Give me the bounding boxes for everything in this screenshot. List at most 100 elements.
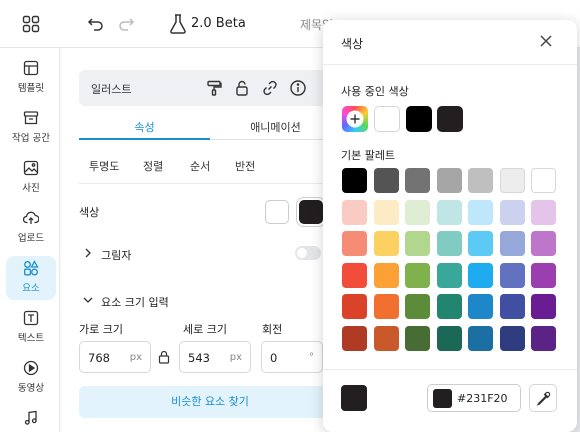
nav-item-template[interactable]: 템플릿 bbox=[6, 56, 56, 100]
beta-flask-icon bbox=[170, 14, 186, 34]
palette-swatch[interactable] bbox=[405, 325, 430, 351]
palette-swatch[interactable] bbox=[436, 168, 462, 193]
palette-swatch[interactable] bbox=[436, 199, 462, 225]
size-input-row[interactable]: 요소 크기 입력 bbox=[79, 291, 341, 311]
height-label: 세로 크기 bbox=[183, 323, 227, 336]
photo-icon bbox=[23, 160, 39, 176]
palette-swatch[interactable] bbox=[531, 325, 556, 351]
used-color-swatch[interactable] bbox=[374, 106, 400, 132]
color-swatch-dark[interactable] bbox=[299, 200, 323, 224]
aspect-lock-icon[interactable] bbox=[158, 350, 170, 364]
palette-swatch[interactable] bbox=[499, 262, 525, 288]
palette-swatch[interactable] bbox=[373, 325, 399, 351]
hex-value: #231F20 bbox=[457, 392, 508, 405]
palette-swatch[interactable] bbox=[531, 231, 556, 256]
subtab-opacity[interactable]: 투명도 bbox=[89, 158, 119, 174]
rotation-field[interactable]: 0 ° bbox=[261, 341, 323, 373]
link-icon[interactable] bbox=[261, 79, 279, 97]
palette-swatch[interactable] bbox=[499, 199, 525, 225]
nav-item-photo[interactable]: 사진 bbox=[6, 156, 56, 200]
shadow-label: 그림자 bbox=[101, 249, 132, 262]
palette-swatch[interactable] bbox=[373, 294, 399, 319]
lock-icon[interactable] bbox=[233, 79, 251, 97]
palette-swatch[interactable] bbox=[531, 294, 556, 319]
palette-swatch[interactable] bbox=[342, 325, 367, 351]
palette-swatch[interactable] bbox=[468, 231, 493, 256]
used-color-swatch[interactable] bbox=[406, 106, 432, 132]
undo-icon[interactable] bbox=[86, 14, 106, 34]
palette-swatch[interactable] bbox=[405, 199, 430, 225]
tab-animation[interactable]: 애니메이션 bbox=[210, 119, 341, 135]
divider bbox=[323, 64, 577, 65]
nav-item-text[interactable]: 텍스트 bbox=[6, 306, 56, 350]
palette-title: 기본 팔레트 bbox=[341, 149, 396, 162]
chevron-down-icon bbox=[83, 297, 93, 303]
redo-icon[interactable] bbox=[116, 14, 136, 34]
nav-item-video[interactable]: 동영상 bbox=[6, 356, 56, 400]
palette-swatch[interactable] bbox=[373, 199, 399, 225]
height-unit: px bbox=[229, 352, 242, 363]
subtab-align[interactable]: 정렬 bbox=[143, 158, 163, 174]
palette-swatch[interactable] bbox=[405, 168, 430, 193]
subtab-flip[interactable]: 반전 bbox=[235, 158, 255, 174]
palette-swatch[interactable] bbox=[499, 325, 525, 351]
palette-swatch[interactable] bbox=[499, 168, 525, 193]
shadow-toggle[interactable] bbox=[295, 246, 321, 260]
subtab-order[interactable]: 순서 bbox=[190, 158, 210, 174]
palette-swatch[interactable] bbox=[531, 199, 556, 225]
used-color-swatch[interactable] bbox=[437, 106, 463, 132]
color-popup: 색상 사용 중인 색상 기본 팔레트 #231F20 bbox=[323, 20, 577, 432]
add-color-button[interactable] bbox=[342, 106, 368, 132]
width-unit: px bbox=[129, 352, 142, 363]
music-icon[interactable] bbox=[23, 410, 39, 426]
width-value: 768 bbox=[88, 351, 110, 365]
palette-swatch[interactable] bbox=[468, 294, 493, 319]
palette-swatch[interactable] bbox=[405, 294, 430, 319]
palette-swatch[interactable] bbox=[405, 262, 430, 288]
text-icon bbox=[23, 310, 39, 326]
version-label: 2.0 Beta bbox=[191, 16, 246, 31]
palette-swatch[interactable] bbox=[499, 294, 525, 319]
eyedropper-button[interactable] bbox=[529, 384, 557, 412]
hex-input[interactable]: #231F20 bbox=[427, 384, 521, 412]
nav-item-upload[interactable]: 업로드 bbox=[6, 206, 56, 250]
palette-swatch[interactable] bbox=[342, 168, 367, 193]
palette-swatch[interactable] bbox=[342, 231, 367, 256]
palette-swatch[interactable] bbox=[373, 262, 399, 288]
palette-swatch[interactable] bbox=[436, 231, 462, 256]
rotation-label: 회전 bbox=[262, 323, 283, 336]
shadow-row[interactable]: 그림자 bbox=[79, 244, 341, 264]
palette-swatch[interactable] bbox=[373, 168, 399, 193]
color-swatch-white[interactable] bbox=[265, 200, 289, 224]
nav-item-workspace[interactable]: 작업 공간 bbox=[6, 106, 56, 150]
find-similar-button[interactable]: 비슷한 요소 찾기 bbox=[79, 386, 341, 418]
palette-swatch[interactable] bbox=[468, 168, 493, 193]
width-field[interactable]: 768 px bbox=[79, 341, 151, 373]
nav-item-elements[interactable]: 요소 bbox=[6, 256, 56, 300]
palette-swatch[interactable] bbox=[342, 262, 367, 288]
upload-icon bbox=[23, 211, 39, 224]
palette-swatch[interactable] bbox=[499, 231, 525, 256]
palette-swatch[interactable] bbox=[531, 168, 556, 193]
palette-swatch[interactable] bbox=[342, 199, 367, 225]
palette-swatch[interactable] bbox=[436, 325, 462, 351]
panel-tabs: 속성 애니메이션 bbox=[79, 110, 341, 140]
close-icon[interactable] bbox=[539, 34, 553, 48]
palette-swatch[interactable] bbox=[531, 262, 556, 288]
palette-swatch[interactable] bbox=[436, 294, 462, 319]
palette-swatch[interactable] bbox=[436, 262, 462, 288]
palette-swatch[interactable] bbox=[373, 231, 399, 256]
info-icon[interactable] bbox=[289, 79, 307, 97]
palette-swatch[interactable] bbox=[405, 231, 430, 256]
format-paint-icon[interactable] bbox=[205, 79, 223, 97]
popup-title: 색상 bbox=[341, 37, 364, 51]
palette-swatch[interactable] bbox=[468, 262, 493, 288]
palette-swatch[interactable] bbox=[468, 325, 493, 351]
palette-swatch[interactable] bbox=[468, 199, 493, 225]
tab-properties[interactable]: 속성 bbox=[79, 119, 210, 135]
subtab-bar: 투명도 정렬 순서 반전 bbox=[79, 148, 341, 184]
video-icon bbox=[23, 360, 39, 376]
height-field[interactable]: 543 px bbox=[179, 341, 251, 373]
menu-grid-icon[interactable] bbox=[22, 15, 40, 33]
palette-swatch[interactable] bbox=[342, 294, 367, 319]
